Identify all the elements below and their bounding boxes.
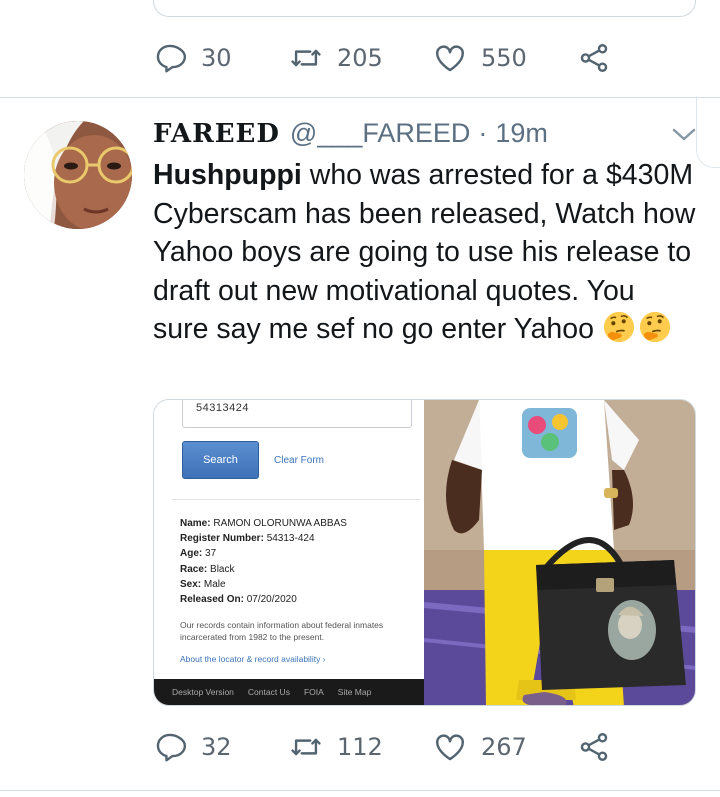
like-count: 550: [481, 44, 527, 72]
tweet-divider: [0, 97, 720, 98]
avatar-photo: [24, 121, 132, 229]
like-button[interactable]: 550: [433, 41, 577, 75]
detail-row: Released On: 07/20/2020: [180, 592, 347, 607]
locator-info-link: About the locator & record availability …: [180, 654, 326, 664]
reply-icon: [156, 733, 187, 762]
footer-link: FOIA: [303, 687, 324, 697]
tweet-header: FAREED @___FAREED · 19m: [153, 118, 548, 149]
tweet-media[interactable]: 54313424 Search Clear Form Name: RAMON O…: [153, 399, 696, 706]
avatar[interactable]: [24, 121, 132, 229]
clear-form-link: Clear Form: [274, 455, 325, 466]
records-note: Our records contain information about fe…: [180, 620, 384, 642]
reply-button[interactable]: 32: [153, 730, 289, 764]
detail-row: Race: Black: [180, 562, 347, 577]
detail-label: Name:: [180, 518, 211, 529]
tweet-action-bar: 32 112 267: [153, 727, 611, 767]
footer-link: Site Map: [337, 687, 372, 697]
detail-row: Name: RAMON OLORUNWA ABBAS: [180, 516, 347, 531]
heart-icon: [436, 45, 464, 72]
chevron-down-icon[interactable]: [670, 124, 698, 146]
separator-dot: ·: [478, 118, 488, 148]
tweet-timestamp[interactable]: 19m: [495, 118, 548, 149]
tweet-text-bold: Hushpuppi: [153, 159, 302, 191]
retweet-icon: [291, 738, 321, 756]
detail-label: Register Number:: [180, 533, 264, 545]
reply-button[interactable]: 30: [153, 41, 289, 75]
share-icon: [580, 44, 608, 72]
reply-count: 32: [201, 733, 232, 761]
detail-value: RAMON OLORUNWA ABBAS: [213, 518, 347, 529]
detail-value: 54313-424: [266, 533, 315, 545]
side-panel-edge: [696, 96, 720, 168]
footer-link: Desktop Version: [172, 687, 234, 697]
detail-label: Race:: [180, 563, 208, 575]
register-number-input: 54313424: [182, 400, 412, 428]
thinking-face-icon: [639, 311, 671, 343]
heart-icon: [436, 734, 464, 761]
user-handle[interactable]: @___FAREED: [290, 118, 470, 149]
previous-tweet-action-bar: 30 205 550: [153, 38, 611, 78]
detail-label: Released On:: [180, 594, 244, 606]
detail-row: Sex: Male: [180, 577, 347, 592]
person-with-handbag-photo: [424, 400, 695, 705]
tweet-text: Hushpuppi who was arrested for a $430M C…: [153, 156, 698, 349]
detail-row: Age: 37: [180, 546, 347, 561]
like-count: 267: [481, 733, 527, 761]
detail-value: Black: [210, 563, 235, 575]
tweet-divider: [0, 790, 720, 791]
site-footer: Desktop Version Contact Us FOIA Site Map: [154, 679, 424, 705]
reply-count: 30: [201, 44, 232, 72]
retweet-button[interactable]: 112: [289, 730, 433, 764]
retweet-count: 112: [337, 733, 383, 761]
thinking-face-icon: [603, 311, 635, 343]
retweet-icon: [291, 49, 321, 67]
share-button[interactable]: [577, 41, 611, 75]
display-name[interactable]: FAREED: [153, 119, 280, 149]
retweet-button[interactable]: 205: [289, 41, 433, 75]
inmate-locator-screenshot[interactable]: 54313424 Search Clear Form Name: RAMON O…: [154, 400, 424, 705]
detail-label: Sex:: [180, 578, 202, 590]
register-number-value: 54313424: [196, 402, 249, 414]
photo-panel[interactable]: [424, 400, 695, 705]
detail-value: 37: [205, 548, 217, 560]
previous-tweet-media-card[interactable]: [153, 0, 696, 17]
detail-row: Register Number: 54313-424: [180, 531, 347, 546]
like-button[interactable]: 267: [433, 730, 577, 764]
retweet-count: 205: [337, 44, 383, 72]
footer-link: Contact Us: [247, 687, 290, 697]
detail-value: 07/20/2020: [246, 594, 297, 606]
share-icon: [580, 733, 608, 761]
share-button[interactable]: [577, 730, 611, 764]
form-divider: [172, 499, 420, 500]
search-button: Search: [182, 441, 259, 479]
reply-icon: [156, 44, 187, 73]
detail-value: Male: [203, 578, 226, 590]
inmate-details: Name: RAMON OLORUNWA ABBAS Register Numb…: [180, 516, 347, 607]
detail-label: Age:: [180, 548, 203, 560]
